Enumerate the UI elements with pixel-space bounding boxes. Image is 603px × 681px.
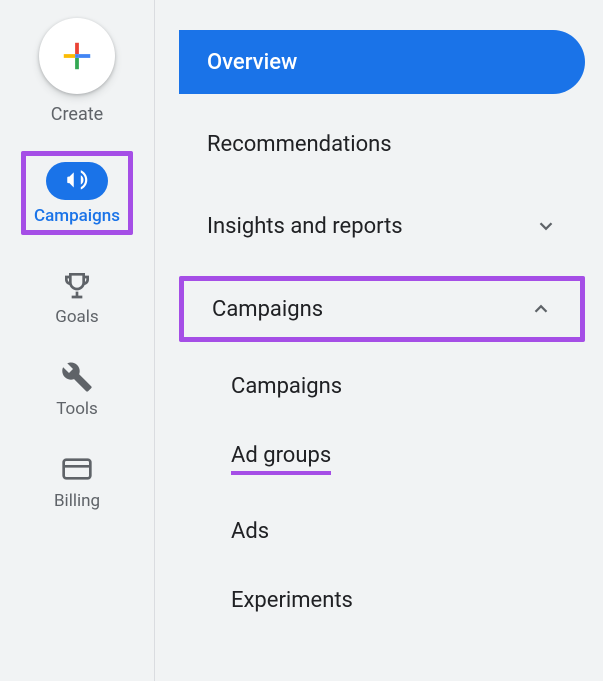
sub-experiments[interactable]: Experiments <box>179 574 585 627</box>
rail-item-tools[interactable]: Tools <box>56 361 98 419</box>
sub-ads[interactable]: Ads <box>179 505 585 558</box>
plus-icon <box>60 39 94 73</box>
menu-overview-label: Overview <box>207 50 297 75</box>
rail-item-goals[interactable]: Goals <box>55 269 98 327</box>
rail-label-goals: Goals <box>55 307 98 327</box>
sub-adgroups-label: Ad groups <box>231 443 331 475</box>
menu-recommendations[interactable]: Recommendations <box>179 112 585 176</box>
menu-insights[interactable]: Insights and reports <box>179 194 585 258</box>
rail-label-tools: Tools <box>56 399 98 419</box>
menu-campaigns-label: Campaigns <box>212 297 323 322</box>
sub-campaigns-label: Campaigns <box>231 374 342 399</box>
sub-experiments-label: Experiments <box>231 588 353 613</box>
card-icon <box>61 453 93 485</box>
sub-campaigns[interactable]: Campaigns <box>179 360 585 413</box>
secondary-nav-panel: Overview Recommendations Insights and re… <box>155 0 603 681</box>
create-label: Create <box>51 104 103 125</box>
left-navigation-rail: Create Campaigns Goals Tools Billing <box>0 0 155 681</box>
rail-item-campaigns[interactable]: Campaigns <box>21 151 133 235</box>
menu-recommendations-label: Recommendations <box>207 132 392 157</box>
sub-adgroups[interactable]: Ad groups <box>179 429 585 489</box>
rail-item-billing[interactable]: Billing <box>54 453 100 511</box>
chevron-down-icon <box>535 215 557 237</box>
chevron-up-icon <box>530 298 552 320</box>
megaphone-pill <box>46 162 108 200</box>
rail-label-billing: Billing <box>54 491 100 511</box>
sub-ads-label: Ads <box>231 519 269 544</box>
rail-label-campaigns: Campaigns <box>34 206 120 226</box>
trophy-icon <box>61 269 93 301</box>
menu-insights-label: Insights and reports <box>207 214 403 239</box>
menu-campaigns[interactable]: Campaigns <box>179 276 585 342</box>
create-button[interactable] <box>39 18 115 94</box>
tools-icon <box>61 361 93 393</box>
menu-overview[interactable]: Overview <box>179 30 585 94</box>
megaphone-icon <box>64 168 90 194</box>
